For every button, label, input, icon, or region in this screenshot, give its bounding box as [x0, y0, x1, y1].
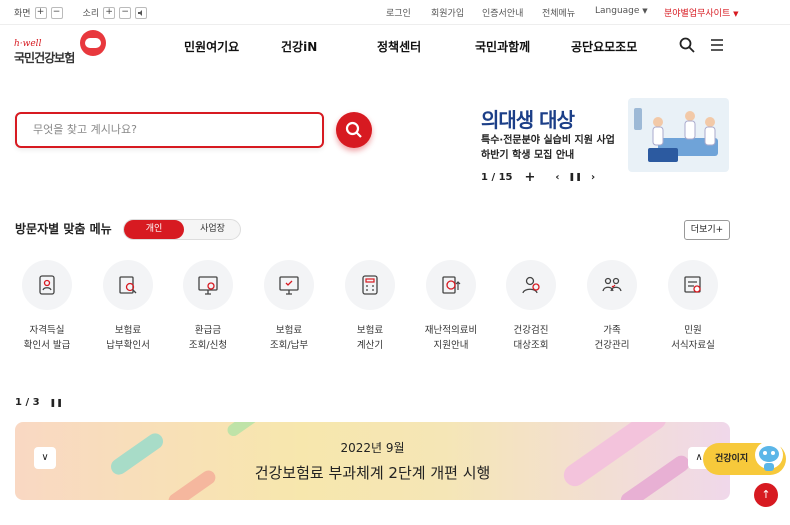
id-card-icon [39, 275, 55, 295]
banner-page-count: 1 / 15 [481, 172, 513, 183]
nav-with-people[interactable]: 국민과함께 [475, 38, 530, 55]
search-button[interactable] [336, 112, 372, 148]
plus-icon[interactable]: + [525, 170, 536, 185]
banner-title[interactable]: 의대생 대상 [481, 104, 575, 133]
person-check-icon [522, 276, 540, 294]
screen-size-label: 화면 [14, 9, 31, 19]
utility-bar: 화면 + − 소리 + − 로그인 회원가입 인증서안내 전체메뉴 Langua… [0, 0, 790, 24]
nav-about[interactable]: 공단요모조모 [571, 38, 637, 55]
banner-illustration[interactable] [628, 98, 729, 172]
field-sites-select[interactable]: 분야별업무사이트 ▼ [664, 6, 739, 19]
calculator-icon [362, 275, 378, 295]
menu-item-label: 보험료 납부확인서 [106, 325, 150, 351]
chatbot-label: 건강이지 [715, 454, 749, 464]
banner-line2: 하반기 학생 모집 안내 [481, 150, 575, 161]
menu-item-label: 민원 서식자료실 [671, 325, 715, 351]
certificate-guide-link[interactable]: 인증서안내 [482, 6, 523, 19]
arrow-up-icon: ↑ [761, 488, 771, 501]
menu-item-checkup[interactable]: 건강검진 대상조회 [498, 260, 564, 353]
menu-item-disaster-medical[interactable]: 재난적의료비 지원안내 [418, 260, 484, 353]
divider [0, 24, 790, 25]
sound-up-button[interactable]: + [103, 6, 116, 19]
full-menu-link[interactable]: 전체메뉴 [542, 6, 575, 19]
speaker-icon[interactable] [135, 6, 148, 19]
signup-link[interactable]: 회원가입 [431, 6, 464, 19]
chevron-down-icon[interactable]: ∨ [34, 447, 56, 469]
sound-label: 소리 [82, 9, 100, 19]
menu-item-label: 보험료 조회/납부 [269, 325, 309, 351]
prev-arrow-icon[interactable]: ‹ [555, 172, 559, 183]
main-nav: 민원여기요 건강iN 정책센터 국민과함께 공단요모조모 [0, 38, 790, 58]
next-arrow-icon[interactable]: › [591, 172, 595, 183]
menu-item-family-health[interactable]: 가족 건강관리 [579, 260, 645, 353]
family-icon [602, 277, 622, 292]
search-input[interactable]: 무엇을 찾고 계시나요? [15, 112, 324, 148]
field-sites-label: 분야별업무사이트 [664, 9, 731, 19]
banner-pager: 1 / 15 + ‹ ❚❚ › [481, 170, 595, 185]
nav-civil-service[interactable]: 민원여기요 [184, 38, 239, 55]
monitor-refund-icon [198, 276, 218, 295]
section-title: 방문자별 맞춤 메뉴 [15, 222, 112, 236]
nav-health-in[interactable]: 건강iN [281, 38, 317, 55]
language-label: Language [595, 6, 640, 16]
menu-item-label: 재난적의료비 지원안내 [424, 325, 478, 351]
menu-item-forms[interactable]: 민원 서식자료실 [660, 260, 726, 353]
screen-zoom-out-button[interactable]: − [50, 6, 63, 19]
menu-item-label: 보험료 계산기 [356, 325, 384, 351]
language-select[interactable]: Language ▼ [595, 6, 648, 16]
monitor-pay-icon [279, 276, 299, 295]
tab-business[interactable]: 사업장 [184, 220, 241, 239]
search-icon [345, 121, 362, 138]
slider-pager: 1 / 3 ❚❚ [15, 397, 63, 408]
pause-icon[interactable]: ❚❚ [569, 172, 582, 183]
menu-item-payment-certificate[interactable]: 보험료 납부확인서 [95, 260, 161, 353]
banner-date: 2022년 9월 [340, 441, 405, 455]
screen-zoom-in-button[interactable]: + [34, 6, 47, 19]
menu-item-label: 환급금 조회/신청 [188, 325, 228, 351]
menu-item-calculator[interactable]: 보험료 계산기 [337, 260, 403, 353]
form-download-icon [684, 276, 701, 293]
caret-down-icon: ▼ [642, 7, 648, 15]
menu-item-label: 가족 건강관리 [594, 325, 630, 351]
menu-item-label: 건강검진 대상조회 [513, 325, 549, 351]
caret-down-icon: ▼ [733, 10, 739, 18]
won-support-icon [442, 276, 461, 294]
menu-item-label: 자격득실 확인서 발급 [23, 325, 71, 351]
hamburger-menu-icon[interactable] [708, 36, 726, 54]
slider-page-count: 1 / 3 [15, 397, 40, 408]
notice-banner[interactable]: 2022년 9월 건강보험료 부과체계 2단계 개편 시행 [15, 422, 730, 500]
menu-item-refund[interactable]: 환급금 조회/신청 [175, 260, 241, 353]
sound-down-button[interactable]: − [119, 6, 132, 19]
search-icon[interactable] [678, 36, 696, 54]
nav-policy-center[interactable]: 정책센터 [377, 38, 421, 55]
menu-item-qualification[interactable]: 자격득실 확인서 발급 [14, 260, 80, 353]
scroll-top-button[interactable]: ↑ [754, 483, 778, 507]
visitor-type-toggle: 개인 사업장 [123, 219, 241, 240]
chatbot-robot-icon[interactable] [752, 437, 786, 477]
login-link[interactable]: 로그인 [386, 6, 411, 19]
pause-icon[interactable]: ❚❚ [50, 398, 63, 407]
document-search-icon [119, 276, 137, 294]
more-button[interactable]: 더보기+ [684, 220, 730, 240]
banner-line1: 특수·전문분야 실습비 지원 사업 [481, 135, 615, 146]
menu-item-premium-payment[interactable]: 보험료 조회/납부 [256, 260, 322, 353]
tab-individual[interactable]: 개인 [124, 220, 184, 239]
banner-headline: 건강보험료 부과체계 2단계 개편 시행 [254, 464, 491, 482]
